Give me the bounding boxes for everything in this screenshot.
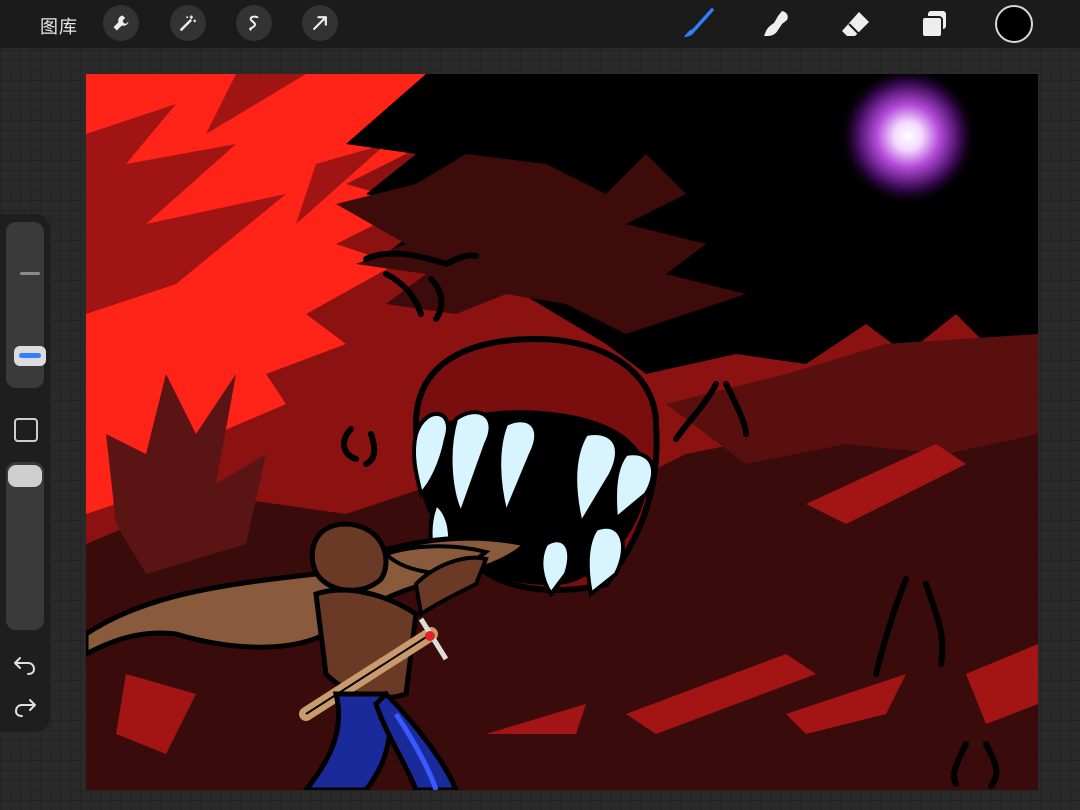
- brush-size-slider[interactable]: [6, 222, 46, 388]
- opacity-slider[interactable]: [6, 462, 44, 630]
- undo-button[interactable]: [12, 652, 38, 678]
- layers-icon: [921, 11, 946, 38]
- artwork: [86, 74, 1038, 790]
- top-toolbar: 图库: [0, 0, 1080, 48]
- adjustments-button[interactable]: [170, 5, 206, 41]
- layers-button[interactable]: [916, 6, 952, 42]
- undo-icon: [14, 657, 35, 675]
- actions-button[interactable]: [103, 5, 139, 41]
- wrench-icon: [113, 15, 129, 31]
- transform-button[interactable]: [302, 5, 338, 41]
- left-sidebar: [0, 214, 50, 732]
- selection-icon: [249, 15, 259, 31]
- brush-button[interactable]: [680, 6, 716, 42]
- opacity-handle[interactable]: [8, 465, 42, 487]
- eraser-icon: [842, 12, 869, 36]
- magic-wand-icon: [180, 15, 196, 31]
- selection-button[interactable]: [236, 5, 272, 41]
- modify-square-button[interactable]: [14, 418, 38, 442]
- brush-size-handle[interactable]: [14, 346, 46, 366]
- transform-arrow-icon: [313, 16, 327, 30]
- drawing-canvas[interactable]: [86, 74, 1038, 790]
- redo-button[interactable]: [12, 694, 38, 720]
- redo-icon: [15, 699, 36, 717]
- color-picker-button[interactable]: [995, 5, 1033, 43]
- gallery-button[interactable]: 图库: [40, 13, 78, 39]
- eraser-button[interactable]: [838, 6, 874, 42]
- brush-icon: [684, 8, 714, 37]
- smudge-button[interactable]: [758, 6, 794, 42]
- smudge-icon: [764, 11, 788, 36]
- slider-tick: [20, 272, 40, 275]
